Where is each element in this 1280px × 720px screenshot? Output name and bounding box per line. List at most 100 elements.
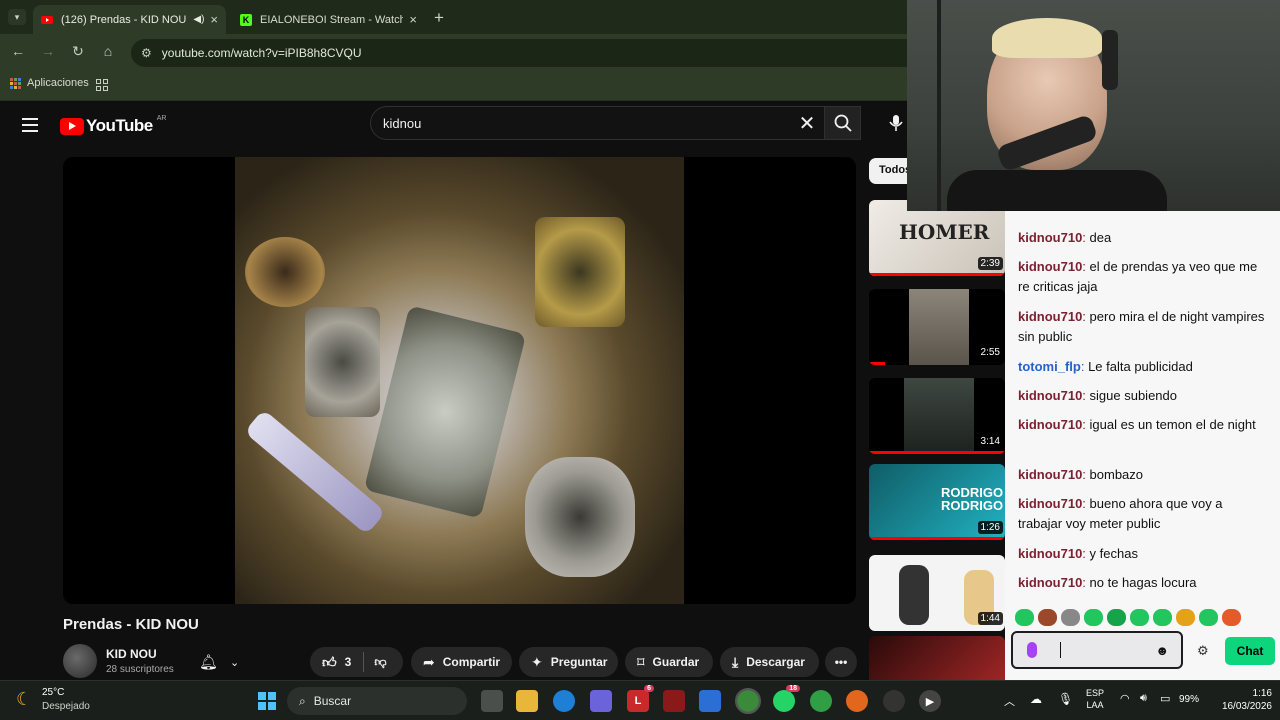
emote-icon[interactable] (1153, 609, 1172, 626)
media-player-icon[interactable]: ▶ (919, 690, 941, 712)
firefox-icon[interactable] (846, 690, 868, 712)
chrome-icon[interactable] (735, 688, 761, 714)
battery-percent[interactable]: 99% (1179, 694, 1199, 705)
whatsapp-icon[interactable]: 18 (773, 685, 800, 712)
forward-icon[interactable]: → (38, 43, 58, 59)
emote-icon[interactable] (1038, 609, 1057, 626)
chat-username[interactable]: kidnou710 (1018, 259, 1082, 274)
steam-icon[interactable] (883, 690, 905, 712)
input-language[interactable]: ESP LAA (1086, 687, 1104, 711)
voice-search-icon[interactable] (886, 113, 906, 133)
reload-icon[interactable]: ↻ (68, 43, 88, 60)
recommendation-thumbnail: RODRIGO RODRIGO 1:26 (869, 464, 1005, 540)
more-actions-button[interactable]: ••• (825, 647, 857, 677)
ask-button[interactable]: ✦ Preguntar (519, 647, 618, 677)
close-tab-icon[interactable]: × (210, 12, 218, 27)
video-player[interactable] (63, 157, 856, 604)
weather-desc[interactable]: Despejado (42, 701, 90, 712)
notification-bell-button[interactable]: 🔔︎ ⌄ (199, 647, 257, 677)
chat-username[interactable]: kidnou710 (1018, 309, 1082, 324)
youtube-logo[interactable]: YouTube AR (60, 114, 167, 136)
tab-search-button[interactable]: ▾ (8, 9, 26, 25)
emote-icon[interactable] (1107, 609, 1126, 626)
emote-icon[interactable] (1176, 609, 1195, 626)
outlook-icon[interactable] (699, 690, 721, 712)
chat-input[interactable]: ☻ (1011, 631, 1183, 669)
audio-playing-icon[interactable]: ◀) (193, 14, 204, 25)
emote-icon[interactable] (1130, 609, 1149, 626)
task-view-icon[interactable] (481, 690, 503, 712)
shield-icon[interactable] (663, 690, 685, 712)
edge-icon[interactable] (553, 690, 575, 712)
weather-temp[interactable]: 25°C (42, 687, 64, 698)
chat-username[interactable]: totomi_flp (1018, 359, 1081, 374)
recommendation-item[interactable]: 1:44 (869, 555, 1005, 633)
emote-icon[interactable] (1061, 609, 1080, 626)
clear-search-icon[interactable]: ✕ (790, 111, 824, 136)
hamburger-menu-icon[interactable] (22, 118, 38, 136)
search-box[interactable]: kidnou ✕ (370, 106, 824, 140)
video-title: Prendas - KID NOU (63, 616, 199, 633)
chat-username[interactable]: kidnou710 (1018, 417, 1082, 432)
home-icon[interactable]: ⌂ (98, 43, 118, 59)
microphone-tray-icon[interactable]: 🎙︎ (1058, 692, 1073, 706)
all-bookmarks-icon[interactable] (96, 79, 108, 91)
battery-icon[interactable]: ▭ (1160, 692, 1170, 705)
bell-icon: 🔔︎ (199, 654, 219, 671)
emote-icon[interactable] (1222, 609, 1241, 626)
volume-icon[interactable]: 🔊︎ (1140, 692, 1147, 705)
tab-youtube[interactable]: (126) Prendas - KID NOU - YouTube ◀) × (33, 5, 226, 34)
back-icon[interactable]: ← (8, 43, 28, 59)
streamer-hair (992, 18, 1102, 58)
bookmark-apps[interactable]: Aplicaciones (10, 77, 89, 89)
chat-username[interactable]: kidnou710 (1018, 467, 1082, 482)
like-icon[interactable]: 👍︎ (322, 654, 337, 671)
channel-name[interactable]: KID NOU (106, 647, 157, 661)
taskbar-search[interactable]: ⌕ Buscar (287, 687, 467, 715)
download-icon: ⤓ (732, 653, 739, 670)
country-code: AR (156, 114, 167, 122)
site-info-icon[interactable]: ⚙ (141, 46, 152, 60)
channel-avatar[interactable] (63, 644, 97, 678)
chat-message: kidnou710: el de prendas ya veo que me r… (1018, 257, 1268, 297)
recommendation-item[interactable] (869, 636, 1005, 680)
store-icon[interactable] (590, 690, 612, 712)
new-tab-button[interactable]: + (434, 8, 444, 28)
chrome-profile-icon[interactable] (810, 690, 832, 712)
recommendation-item[interactable]: RODRIGO RODRIGO 1:26 (869, 464, 1005, 542)
show-hidden-icons-icon[interactable]: ︿ (1004, 693, 1015, 709)
recommendation-item[interactable]: 2:55 (869, 289, 1005, 367)
save-button[interactable]: ⌑ Guardar (625, 647, 713, 677)
close-tab-icon[interactable]: × (409, 12, 417, 27)
weather-moon-icon[interactable]: ☾ (16, 689, 32, 710)
clock[interactable]: 1:16 16/03/2026 (1210, 687, 1272, 713)
emote-icon[interactable] (1199, 609, 1218, 626)
search-input[interactable]: kidnou (383, 116, 790, 131)
emoji-picker-icon[interactable]: ☻ (1155, 643, 1169, 658)
dislike-icon[interactable]: 👎︎ (374, 655, 386, 670)
address-bar[interactable]: ⚙ youtube.com/watch?v=iPIB8h8CVQU (131, 39, 907, 67)
like-count[interactable]: 3 (345, 655, 352, 669)
send-chat-button[interactable]: Chat (1225, 637, 1275, 665)
onedrive-icon[interactable]: ☁ (1030, 692, 1042, 706)
file-explorer-icon[interactable] (516, 690, 538, 712)
chat-username[interactable]: kidnou710 (1018, 230, 1082, 245)
emote-icon[interactable] (1084, 609, 1103, 626)
emote-icon[interactable] (1015, 609, 1034, 626)
chat-username[interactable]: kidnou710 (1018, 388, 1082, 403)
mail-app-icon[interactable]: L6 (627, 685, 654, 712)
recommendation-item[interactable]: 3:14 (869, 378, 1005, 456)
chat-username[interactable]: kidnou710 (1018, 546, 1082, 561)
recommendation-item[interactable]: HOMER 2:39 (869, 200, 1005, 278)
tab-kick[interactable]: K EIALONEBOI Stream - Watch Live on Kick… (232, 5, 425, 34)
download-button[interactable]: ⤓ Descargar (720, 647, 819, 677)
chat-settings-icon[interactable]: ⚙ (1197, 643, 1209, 659)
share-button[interactable]: ➦ Compartir (411, 647, 512, 677)
chat-username[interactable]: kidnou710 (1018, 496, 1082, 511)
mic-icon[interactable] (1027, 642, 1037, 658)
start-button[interactable] (256, 690, 278, 712)
wifi-icon[interactable]: ◠ (1120, 692, 1130, 705)
chat-message: kidnou710: y fechas (1018, 544, 1268, 564)
chat-username[interactable]: kidnou710 (1018, 575, 1082, 590)
search-button[interactable] (824, 106, 861, 140)
